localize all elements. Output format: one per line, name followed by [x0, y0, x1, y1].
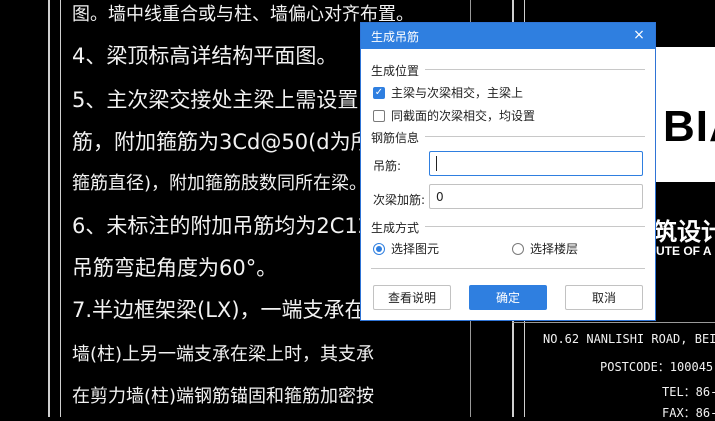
help-button[interactable]: 查看说明	[373, 285, 451, 310]
cad-border-left-inner	[60, 0, 61, 417]
section-divider	[425, 136, 645, 137]
section-method-title: 生成方式	[371, 221, 420, 235]
section-rebar-title: 钢筋信息	[371, 131, 420, 145]
radio-select-floor[interactable]: 选择楼层	[512, 240, 578, 257]
secondary-stirrup-value: 0	[436, 189, 444, 204]
cad-note-line: 墙(柱)上另一端支承在梁上时，其支承	[72, 344, 375, 365]
secondary-stirrup-label: 次梁加筋:	[373, 193, 426, 207]
company-name-en: UTE OF A	[656, 244, 712, 258]
hanger-input[interactable]	[429, 151, 643, 176]
fax-text: FAX：86-	[662, 406, 715, 420]
cad-note-line: 7.半边框架梁(LX)，一端支承在剪力	[72, 298, 408, 322]
checkbox-main-secondary[interactable]: ✓ 主梁与次梁相交，主梁上	[373, 84, 523, 101]
hanger-label: 吊筋:	[373, 159, 402, 173]
secondary-stirrup-input[interactable]: 0	[429, 184, 643, 209]
radio-label: 选择图元	[391, 242, 440, 256]
radio-label: 选择楼层	[530, 242, 579, 256]
checkbox-checked-icon[interactable]: ✓	[373, 86, 385, 99]
generate-hanger-dialog: 生成吊筋 × 生成位置 ✓ 主梁与次梁相交，主梁上 同截面的次梁相交，均设置 钢…	[360, 22, 656, 321]
section-divider	[425, 69, 645, 70]
cad-note-line: 吊筋弯起角度为60°。	[72, 256, 278, 280]
footer-divider	[371, 268, 645, 269]
close-icon[interactable]: ×	[632, 27, 646, 43]
logo-letters: BIA	[663, 102, 715, 151]
cancel-button[interactable]: 取消	[565, 285, 643, 310]
checkbox-unchecked-icon[interactable]	[373, 109, 385, 122]
postcode-text: POSTCODE：100045	[600, 360, 714, 374]
company-name-cn: 筑设计	[653, 218, 715, 246]
radio-selected-icon[interactable]	[373, 242, 385, 255]
cad-frame-horizontal	[512, 322, 715, 323]
dialog-titlebar[interactable]: 生成吊筋 ×	[361, 23, 655, 49]
cad-note-line: 4、梁顶标高详结构平面图。	[72, 44, 338, 68]
section-position-title: 生成位置	[371, 64, 420, 78]
company-logo: BIA	[655, 47, 715, 182]
address-text: NO.62 NANLISHI ROAD, BEIJING	[543, 332, 715, 346]
cad-note-line: 箍筋直径)，附加箍筋肢数同所在梁。	[72, 173, 368, 194]
tel-text: TEL：86-	[662, 385, 715, 399]
text-caret	[436, 156, 437, 171]
cad-note-line: 在剪力墙(柱)端钢筋锚固和箍筋加密按	[72, 386, 375, 407]
checkbox-same-section[interactable]: 同截面的次梁相交，均设置	[373, 107, 535, 124]
radio-select-element[interactable]: 选择图元	[373, 240, 439, 257]
checkbox-label: 主梁与次梁相交，主梁上	[391, 86, 524, 100]
ok-button[interactable]: 确定	[469, 285, 547, 310]
cad-border-left	[48, 0, 50, 417]
radio-unselected-icon[interactable]	[512, 242, 524, 255]
dialog-title: 生成吊筋	[371, 29, 420, 44]
checkbox-label: 同截面的次梁相交，均设置	[391, 109, 536, 123]
section-divider	[425, 226, 645, 227]
